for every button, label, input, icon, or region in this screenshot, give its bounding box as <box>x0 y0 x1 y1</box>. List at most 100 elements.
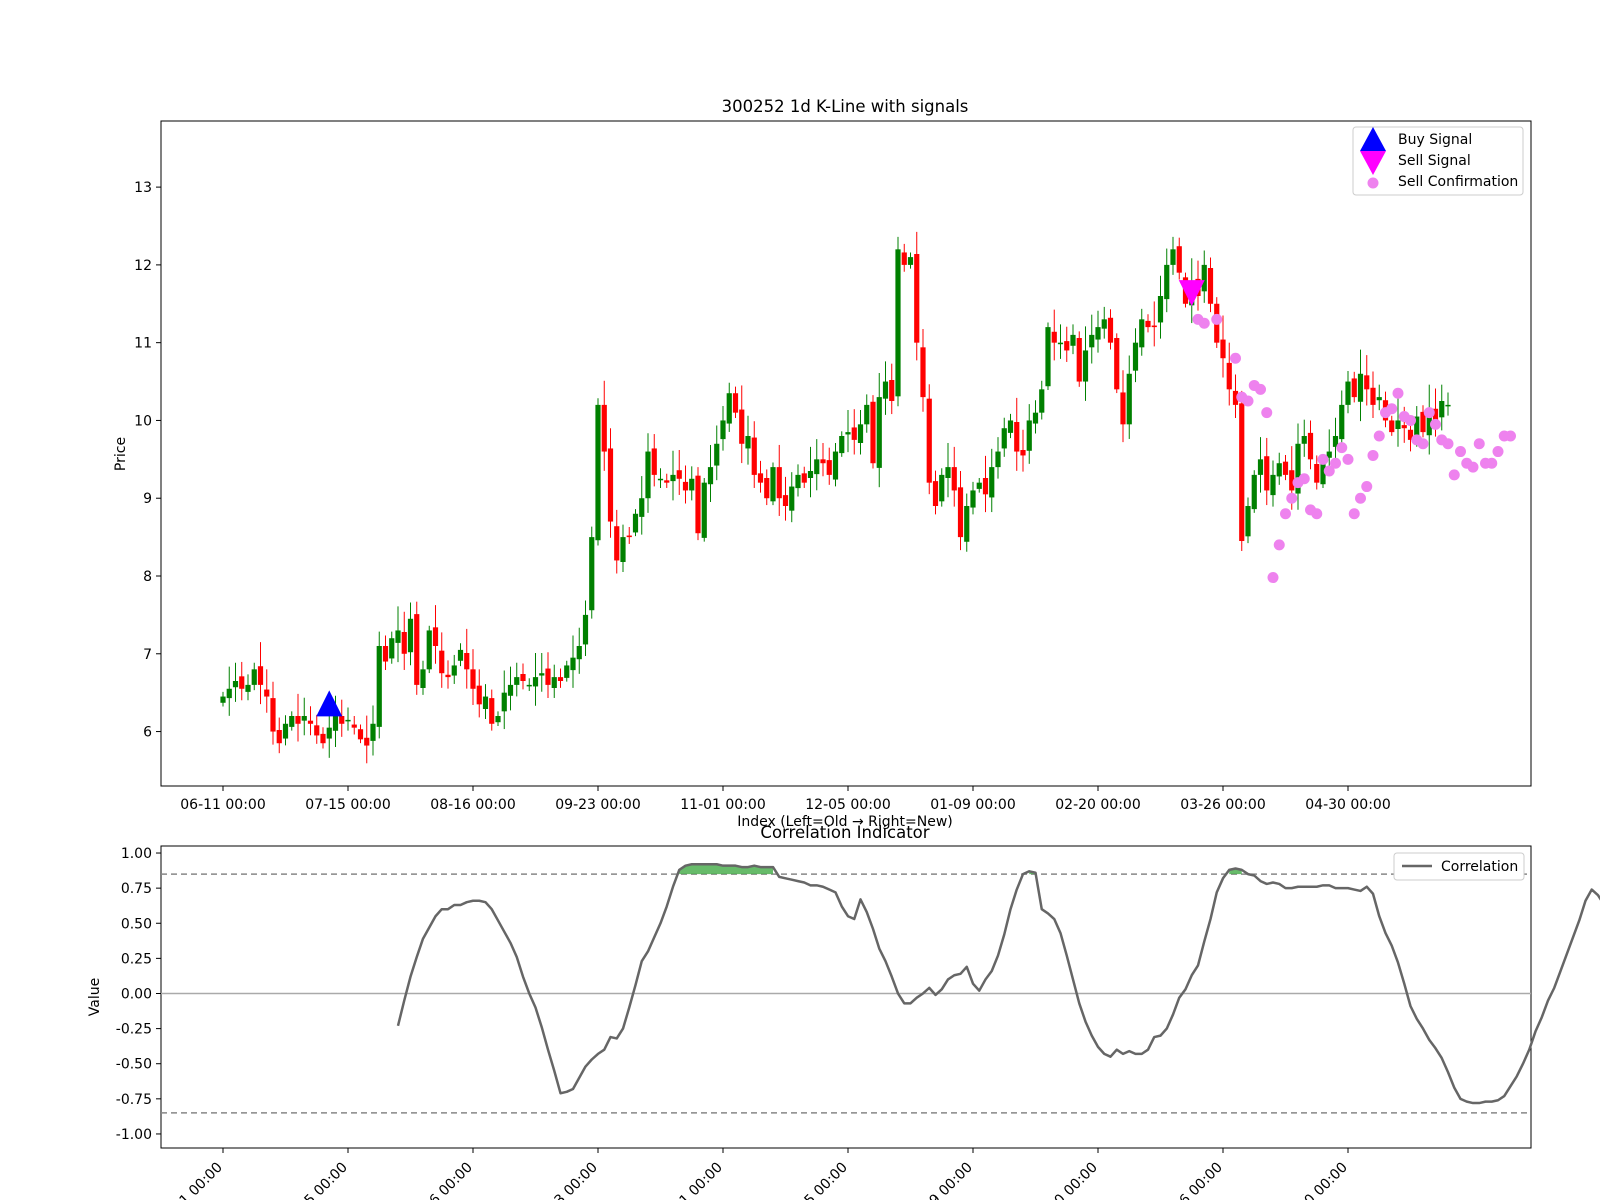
candle-body <box>1039 389 1045 413</box>
candle-body <box>1151 325 1157 328</box>
candle-body <box>464 653 470 670</box>
candle-body <box>1307 432 1314 460</box>
candle-body <box>845 432 851 435</box>
sell-confirmation-point <box>1336 442 1348 454</box>
kline-y-tick-label: 10 <box>134 413 152 429</box>
kline-x-tick-label: 07-15 00:00 <box>305 797 390 813</box>
correlation-y-tick-label: 0.00 <box>121 986 152 1002</box>
candle-body <box>1226 362 1232 390</box>
sell-confirmation-point <box>1455 446 1466 458</box>
correlation-y-tick-label: -0.75 <box>116 1092 152 1108</box>
sell-confirmation-point <box>1348 508 1360 520</box>
candle-body <box>1095 327 1101 340</box>
candle-body <box>807 471 814 478</box>
kline-x-tick-label: 09-23 00:00 <box>555 797 640 813</box>
candle-body <box>526 684 532 687</box>
correlation-x-tick-label: 3 00:00 <box>552 1160 601 1200</box>
candle-body <box>582 614 589 645</box>
candle-body <box>1364 375 1370 390</box>
correlation-x-tick-label: 5 00:00 <box>802 1160 851 1200</box>
candle-body <box>507 684 514 696</box>
candle-body <box>370 723 376 741</box>
candle-body <box>345 719 351 722</box>
sell-confirmation-point <box>1473 438 1485 450</box>
candle-body <box>1201 264 1207 292</box>
candle-body <box>882 381 889 399</box>
correlation-legend: Correlation <box>1393 852 1525 881</box>
correlation-x-tick-label: 6 00:00 <box>427 1160 476 1200</box>
candle-body <box>1114 338 1120 390</box>
correlation-panel: Correlation Indicator -1.00 -0.75 -0.50 -0.… <box>87 823 1600 1200</box>
sell-confirmation-point <box>1298 473 1310 485</box>
candle-body <box>757 473 764 483</box>
correlation-title: Correlation Indicator <box>760 823 929 842</box>
correlation-ylabel: Value <box>87 978 103 1016</box>
sell-confirmation-point <box>1261 407 1273 419</box>
candle-body <box>251 669 257 685</box>
kline-legend: Buy Signal Sell Signal Sell Confirmation <box>1352 126 1524 196</box>
correlation-x-ticks: 1 00:00 5 00:00 6 00:00 3 00:00 1 00:00 5 00:… <box>177 1148 1351 1200</box>
candle-body <box>301 716 307 721</box>
correlation-plot-frame <box>160 845 1532 1149</box>
sell-confirmation-point <box>1467 461 1479 473</box>
candle-body <box>989 467 995 498</box>
sell-confirmation-point <box>1505 430 1516 442</box>
kline-x-tick-label: 11-01 00:00 <box>680 797 765 813</box>
candle-body <box>382 646 389 662</box>
candle-body <box>1132 342 1139 371</box>
candle-body <box>1082 350 1089 382</box>
candle-body <box>1007 420 1014 433</box>
legend-sell-confirmation-label: Sell Confirmation <box>1398 174 1518 190</box>
sell-confirmation-point <box>1286 492 1298 504</box>
candle-body <box>220 696 226 703</box>
sell-confirmation-point <box>1423 407 1435 419</box>
kline-x-tick-label: 12-05 00:00 <box>805 797 890 813</box>
candle-body <box>439 650 445 674</box>
kline-y-tick-label: 8 <box>143 569 152 585</box>
sell-confirmation-point <box>1355 492 1366 504</box>
kline-plot-frame <box>160 120 1532 787</box>
candle-body <box>1057 342 1064 345</box>
correlation-x-tick-label: 5 00:00 <box>302 1160 351 1200</box>
sell-confirmation-point <box>1386 403 1398 415</box>
kline-y-tick-label: 7 <box>143 647 152 663</box>
candle-body <box>1164 264 1170 300</box>
candle-body <box>414 614 420 685</box>
correlation-x-tick-label: 1 00:00 <box>177 1160 226 1200</box>
candle-body <box>1345 381 1351 405</box>
sell-confirmation-point <box>1448 469 1460 481</box>
candle-body <box>1139 319 1145 348</box>
legend-sell-label: Sell Signal <box>1398 153 1471 169</box>
correlation-y-tick-label: 1.00 <box>121 846 152 862</box>
candle-body <box>1001 428 1007 449</box>
candle-body <box>276 730 282 744</box>
correlation-y-tick-label: -0.25 <box>116 1022 152 1038</box>
candle-body <box>920 347 926 398</box>
candle-body <box>814 459 820 475</box>
candle-body <box>532 677 539 687</box>
candle-body <box>995 451 1001 468</box>
candle-body <box>326 727 332 739</box>
candle-body <box>1245 506 1251 537</box>
candle-body <box>264 689 270 697</box>
candle-body <box>682 481 689 491</box>
sell-confirmation-point <box>1317 453 1329 465</box>
chart-canvas: 300252 1d K-Line with signals 6 7 8 9 10 11 12… <box>87 97 1600 1200</box>
candle-body <box>864 404 870 425</box>
kline-x-tick-label: 06-11 00:00 <box>180 797 265 813</box>
candle-body <box>782 495 789 506</box>
candle-body <box>1370 387 1376 405</box>
candle-body <box>601 404 607 452</box>
candle-body <box>1376 397 1382 401</box>
correlation-y-tick-label: 0.25 <box>121 951 152 967</box>
candle-body <box>595 404 601 541</box>
candle-body <box>539 673 545 676</box>
candle-body <box>764 478 770 499</box>
candle-body <box>857 424 864 443</box>
candle-body <box>470 669 476 689</box>
candle-body <box>632 513 639 533</box>
candle-body <box>332 716 339 731</box>
candle-body <box>970 490 976 508</box>
candle-body <box>1220 339 1226 359</box>
candle-body <box>1239 403 1245 541</box>
